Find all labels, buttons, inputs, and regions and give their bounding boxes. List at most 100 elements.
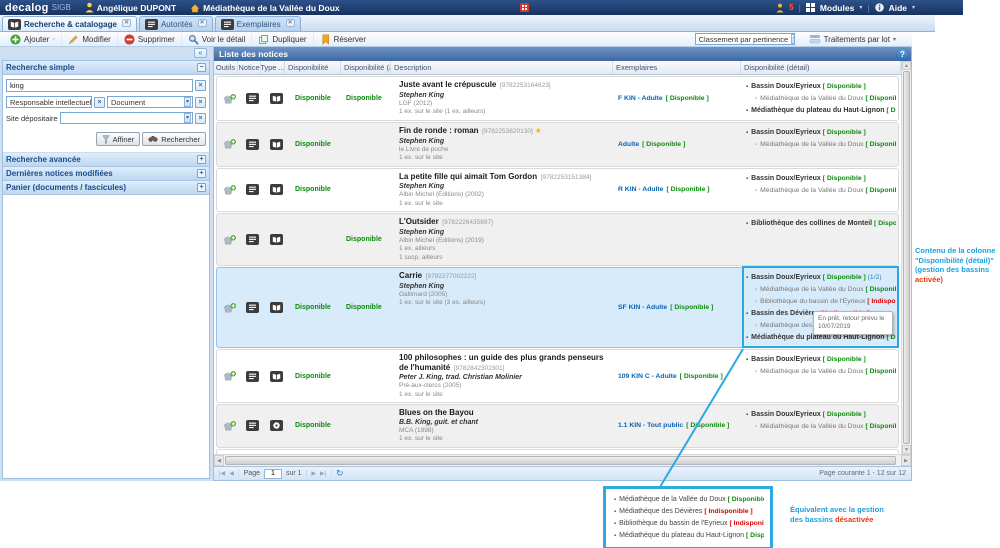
simple-search-panel-header[interactable]: Recherche simple −: [3, 61, 209, 75]
tab-exemplaires[interactable]: Exemplaires✕: [215, 16, 301, 31]
scroll-down-icon[interactable]: ▼: [902, 445, 911, 454]
availability-cell: Disponible: [288, 77, 344, 120]
search-term-input[interactable]: [6, 79, 193, 92]
availability-other-cell: Disponible: [344, 77, 394, 120]
collapse-panel-icon[interactable]: −: [197, 63, 206, 72]
clear-field-icon[interactable]: ×: [195, 97, 206, 108]
expand-panel-icon[interactable]: +: [197, 183, 206, 192]
doctype-select[interactable]: Document ▾: [107, 96, 193, 108]
column-headers: OutilsNoticeType ...DisponibilitéDisponi…: [214, 61, 901, 75]
current-user[interactable]: Angélique DUPONT: [85, 2, 176, 13]
scroll-left-icon[interactable]: ◀: [214, 455, 224, 466]
toolbar-button-label: Réserver: [334, 35, 366, 44]
close-icon[interactable]: ✕: [286, 19, 295, 27]
tab-autorit-s[interactable]: Autorités✕: [139, 16, 213, 31]
add-to-basket-icon[interactable]: [223, 302, 236, 314]
notice-icon[interactable]: [246, 234, 259, 245]
scrollbar-thumb[interactable]: [225, 456, 896, 465]
first-page-icon[interactable]: |◀: [219, 470, 225, 477]
next-page-icon[interactable]: ▶: [311, 470, 316, 477]
current-site[interactable]: Médiathèque de la Vallée du Doux: [190, 3, 340, 13]
sort-select[interactable]: Classement par pertinence ▾: [695, 33, 795, 45]
availability-detail-item: ◦Médiathèque de la Vallée du Doux [ Disp…: [746, 185, 896, 197]
availability-detail-item: ▪Bassin Doux/Eyrieux [ Disponible ]: [746, 409, 896, 421]
close-icon[interactable]: ✕: [198, 19, 207, 27]
availability-status: [ Disponible ]: [746, 532, 764, 539]
column-header[interactable]: Disponibilité: [285, 61, 341, 74]
expand-panel-icon[interactable]: +: [197, 169, 206, 178]
notice-cell: [241, 350, 264, 402]
notice-icon[interactable]: [246, 302, 259, 313]
vertical-scrollbar[interactable]: ▲ ▼: [901, 61, 911, 454]
notice-icon[interactable]: [246, 184, 259, 195]
toolbar-button-ajouter[interactable]: Ajouter▾: [4, 33, 61, 46]
last-page-icon[interactable]: ▶|: [320, 470, 326, 477]
toolbar-button-modifier[interactable]: Modifier: [61, 33, 116, 46]
help-icon[interactable]: ?: [897, 49, 908, 60]
refine-button[interactable]: Affiner: [96, 132, 141, 146]
modules-menu[interactable]: Modules: [820, 3, 854, 13]
expand-panel-icon[interactable]: +: [197, 155, 206, 164]
notice-icon[interactable]: [246, 93, 259, 104]
panel-header-dernières-notices-modifiées[interactable]: Dernières notices modifiées+: [3, 167, 209, 181]
duplicate-icon: [258, 34, 269, 45]
notice-icon[interactable]: [246, 139, 259, 150]
table-row[interactable]: DisponibleDisponibleJuste avant le crépu…: [216, 76, 899, 121]
tab-recherche-catalogage[interactable]: Recherche & catalogage✕: [2, 16, 137, 31]
table-row[interactable]: DisponibleDisponibleCarrie [978227700222…: [216, 267, 899, 348]
table-row[interactable]: DisponibleL'Outsider [9782226435897]Step…: [216, 213, 899, 266]
sidebar-collapse-button[interactable]: «: [194, 48, 207, 58]
column-header[interactable]: Exemplaires: [613, 61, 741, 74]
clear-field-icon[interactable]: ×: [195, 113, 206, 124]
help-menu[interactable]: Aide: [889, 3, 907, 13]
previous-page-icon[interactable]: ◀: [229, 470, 234, 477]
column-header[interactable]: Notice: [238, 61, 261, 74]
panel-header-panier-documents-fascicules-[interactable]: Panier (documents / fascicules)+: [3, 181, 209, 195]
column-header[interactable]: Disponibilité (détail): [741, 61, 901, 74]
notice-icon[interactable]: [246, 371, 259, 382]
add-to-basket-icon[interactable]: [223, 234, 236, 246]
add-to-basket-icon[interactable]: [223, 370, 236, 382]
batch-actions-button[interactable]: Traitements par lot ▾: [803, 33, 902, 46]
library-name: Bassin Doux/Eyrieux: [751, 274, 823, 281]
site-field-label: Site dépositaire: [6, 114, 58, 123]
add-to-basket-icon[interactable]: [223, 420, 236, 432]
refresh-icon[interactable]: ↻: [336, 469, 344, 478]
table-row[interactable]: DisponibleBlues on the BayouB.B. King, g…: [216, 404, 899, 448]
page-number-input[interactable]: [264, 469, 282, 479]
notification-count[interactable]: 5: [789, 3, 793, 12]
bullet-icon: ▪: [746, 357, 748, 363]
alerts-icon[interactable]: [520, 3, 529, 12]
toolbar-button-dupliquer[interactable]: Dupliquer: [251, 33, 312, 46]
table-row[interactable]: Disponible100 philosophes : un guide des…: [216, 349, 899, 403]
search-button[interactable]: Rechercher: [142, 132, 206, 146]
toolbar-button-voir-le-détail[interactable]: Voir le détail: [181, 33, 252, 46]
panel-header-recherche-avancée[interactable]: Recherche avancée+: [3, 153, 209, 167]
add-to-basket-icon[interactable]: [223, 138, 236, 150]
toolbar-button-supprimer[interactable]: Supprimer: [117, 33, 181, 46]
doctype-cell: [264, 77, 288, 120]
scroll-right-icon[interactable]: ▶: [901, 455, 911, 466]
add-to-basket-icon[interactable]: [223, 93, 236, 105]
notice-icon[interactable]: [246, 420, 259, 431]
column-header[interactable]: Disponibilité (autre...: [341, 61, 391, 74]
record-isbn: [9782842302301]: [450, 365, 504, 372]
column-header[interactable]: Outils: [214, 61, 238, 74]
scrollbar-thumb[interactable]: [903, 71, 910, 444]
scroll-up-icon[interactable]: ▲: [902, 61, 911, 70]
column-header[interactable]: Description: [391, 61, 613, 74]
description-cell: La petite fille qui aimait Tom Gordon [9…: [394, 169, 616, 212]
add-to-basket-icon[interactable]: [223, 184, 236, 196]
clear-field-icon[interactable]: ×: [195, 80, 206, 91]
toolbar-button-réserver[interactable]: Réserver: [313, 33, 372, 46]
record-publisher: le Livre de poche: [399, 146, 614, 155]
site-select[interactable]: ▾: [60, 112, 193, 124]
clear-field-icon[interactable]: ×: [94, 97, 105, 108]
table-row[interactable]: DisponibleFin de ronde : roman [97822538…: [216, 122, 899, 167]
close-icon[interactable]: ✕: [122, 19, 131, 27]
table-row[interactable]: DisponibleLa petite fille qui aimait Tom…: [216, 168, 899, 213]
criteria-select[interactable]: Responsable intellectuel ▾: [6, 96, 92, 108]
column-header[interactable]: Type ...: [261, 61, 285, 74]
horizontal-scrollbar[interactable]: ◀ ▶: [214, 454, 911, 466]
gold-user-icon[interactable]: [776, 3, 784, 13]
